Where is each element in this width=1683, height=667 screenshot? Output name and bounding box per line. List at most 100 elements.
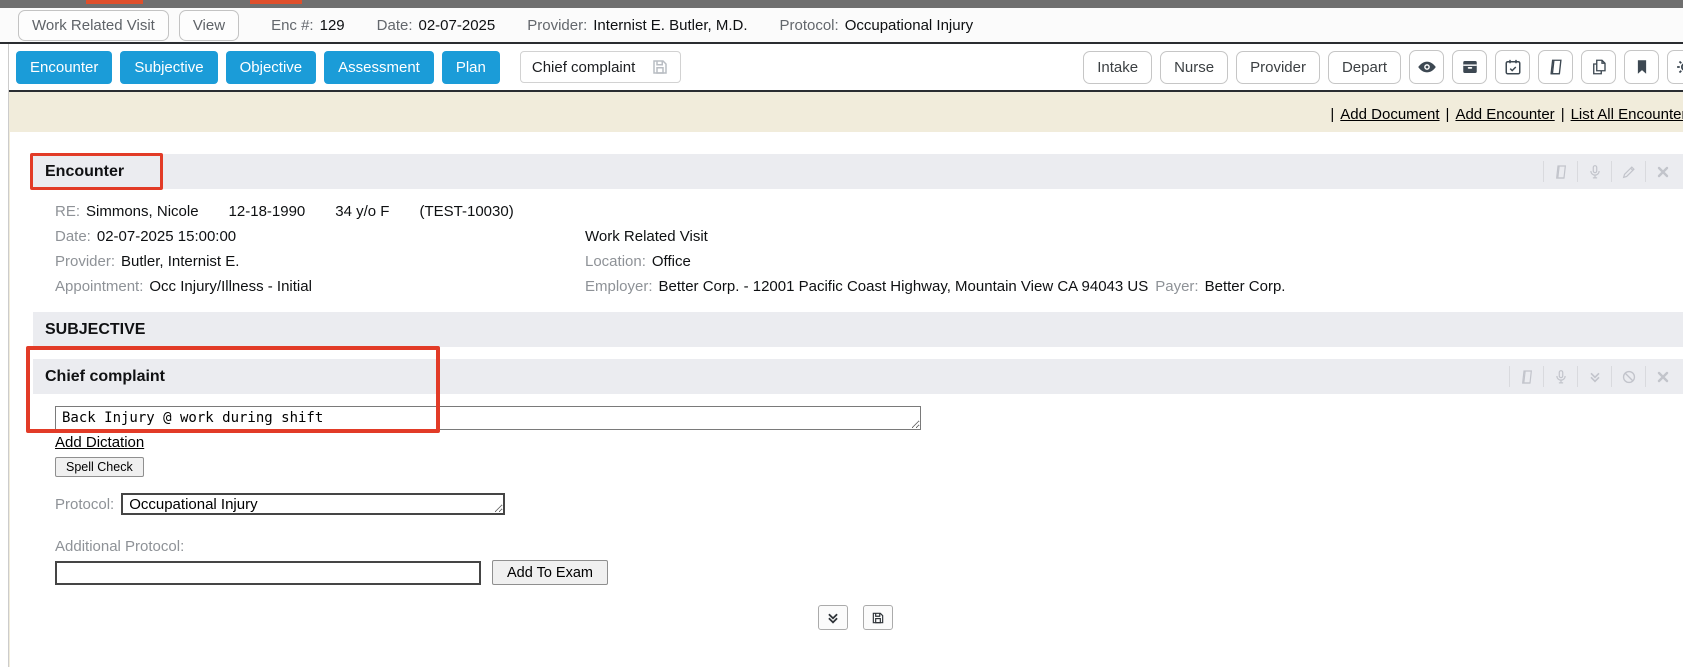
- encounter-provider-value: Butler, Internist E.: [121, 253, 239, 270]
- encounter-edit-button[interactable]: [1611, 161, 1645, 182]
- encounter-close-button[interactable]: [1645, 161, 1679, 182]
- date-label: Date:: [377, 17, 413, 34]
- form-bottom-actions: [55, 605, 1655, 630]
- gear-icon: [1676, 58, 1683, 76]
- additional-protocol-label: Additional Protocol:: [55, 538, 1683, 555]
- current-form-label: Chief complaint: [532, 59, 635, 76]
- no-entry-icon: [1621, 369, 1637, 385]
- add-dictation-link[interactable]: Add Dictation: [55, 434, 144, 451]
- encounter-payer-label: Payer:: [1155, 278, 1198, 295]
- encounter-provider-label: Provider:: [55, 253, 115, 270]
- double-chevron-down-icon: [1587, 369, 1603, 385]
- link-separator: |: [1561, 106, 1565, 123]
- link-separator: |: [1446, 106, 1450, 123]
- chief-complaint-title: Chief complaint: [45, 368, 165, 386]
- detail-row-date: Date: 02-07-2025 15:00:00 Work Related V…: [55, 224, 1683, 249]
- save-icon[interactable]: [651, 58, 669, 76]
- patient-age-sex: 34 y/o F: [335, 203, 389, 220]
- patient-info: RE: Simmons, Nicole 12-18-1990 34 y/o F …: [55, 199, 1683, 299]
- chief-close-button[interactable]: [1645, 366, 1679, 387]
- encounter-section-header: Encounter: [33, 154, 1683, 189]
- chief-dictate-button[interactable]: [1543, 366, 1577, 387]
- list-all-encounters-link[interactable]: List All Encounters: [1571, 106, 1683, 123]
- chief-complaint-header-icons: [1509, 359, 1683, 394]
- tab-highlight: [86, 0, 143, 4]
- tab-plan[interactable]: Plan: [442, 51, 500, 84]
- protocol-input[interactable]: Occupational Injury: [121, 493, 505, 515]
- encounter-journal-button[interactable]: [1543, 161, 1577, 182]
- depart-button[interactable]: Depart: [1328, 51, 1401, 84]
- browser-top-strip: [0, 0, 1683, 8]
- protocol-field: Protocol:Occupational Injury: [779, 17, 973, 34]
- encounter-employer-label: Employer:: [585, 278, 653, 295]
- spell-check-button[interactable]: Spell Check: [55, 457, 144, 477]
- encounter-payer-value: Better Corp.: [1205, 278, 1286, 295]
- archive-button[interactable]: [1452, 50, 1487, 84]
- tab-objective[interactable]: Objective: [226, 51, 317, 84]
- detail-row-provider: Provider: Butler, Internist E. Location:…: [55, 249, 1683, 274]
- add-encounter-link[interactable]: Add Encounter: [1455, 106, 1554, 123]
- work-related-visit-button[interactable]: Work Related Visit: [18, 10, 169, 41]
- chief-expand-button[interactable]: [1577, 366, 1611, 387]
- screen: Work Related Visit View Enc #:129 Date:0…: [0, 0, 1683, 667]
- encounter-provider: Provider: Butler, Internist E.: [55, 253, 585, 270]
- copy-button[interactable]: [1581, 50, 1616, 84]
- add-to-exam-button[interactable]: Add To Exam: [492, 560, 608, 585]
- encounter-appointment-value: Occ Injury/Illness - Initial: [149, 278, 312, 295]
- encounter-employer-value: Better Corp. - 12001 Pacific Coast Highw…: [659, 278, 1149, 295]
- encounter-location-value: Office: [652, 253, 691, 270]
- encounter-employer: Employer: Better Corp. - 12001 Pacific C…: [585, 278, 1683, 295]
- patient-dob: 12-18-1990: [229, 203, 306, 220]
- visit-type: Work Related Visit: [585, 228, 1683, 245]
- encounter-header-icons: [1543, 154, 1683, 189]
- close-icon: [1655, 369, 1671, 385]
- additional-protocol-row: Add To Exam: [55, 560, 1683, 585]
- pencil-icon: [1621, 164, 1637, 180]
- encounter-dictate-button[interactable]: [1577, 161, 1611, 182]
- chief-complaint-header: Chief complaint: [33, 359, 1683, 394]
- book-icon: [1519, 369, 1535, 385]
- re-label: RE:: [55, 203, 80, 220]
- archive-icon: [1461, 58, 1479, 76]
- protocol-label: Protocol:: [779, 17, 838, 34]
- nurse-button[interactable]: Nurse: [1160, 51, 1228, 84]
- tab-subjective[interactable]: Subjective: [120, 51, 217, 84]
- book-icon: [1547, 58, 1565, 76]
- close-icon: [1655, 164, 1671, 180]
- chief-complaint-textarea[interactable]: Back Injury @ work during shift: [55, 406, 921, 430]
- save-form-button[interactable]: [863, 605, 893, 630]
- settings-button[interactable]: [1667, 50, 1683, 84]
- microphone-icon: [1553, 369, 1569, 385]
- view-button[interactable]: View: [179, 10, 239, 41]
- date-field: Date:02-07-2025: [377, 17, 496, 34]
- provider-button[interactable]: Provider: [1236, 51, 1320, 84]
- tab-highlight: [250, 0, 302, 4]
- calendar-button[interactable]: [1495, 50, 1530, 84]
- tab-assessment[interactable]: Assessment: [324, 51, 434, 84]
- microphone-icon: [1587, 164, 1603, 180]
- add-document-link[interactable]: Add Document: [1340, 106, 1439, 123]
- provider-field: Provider:Internist E. Butler, M.D.: [527, 17, 747, 34]
- link-separator: |: [1330, 106, 1334, 123]
- copy-icon: [1590, 58, 1608, 76]
- protocol-row: Protocol: Occupational Injury: [55, 493, 1683, 515]
- bookmark-button[interactable]: [1624, 50, 1659, 84]
- chief-disable-button[interactable]: [1611, 366, 1645, 387]
- eye-icon: [1417, 57, 1437, 77]
- current-form-indicator: Chief complaint: [520, 51, 681, 83]
- tab-encounter[interactable]: Encounter: [16, 51, 112, 84]
- calendar-check-icon: [1504, 58, 1522, 76]
- journal-button[interactable]: [1538, 50, 1573, 84]
- subjective-section-title: SUBJECTIVE: [45, 321, 145, 339]
- intake-button[interactable]: Intake: [1083, 51, 1152, 84]
- provider-value: Internist E. Butler, M.D.: [593, 17, 747, 34]
- subjective-section-header: SUBJECTIVE: [33, 312, 1683, 347]
- collapse-form-button[interactable]: [818, 605, 848, 630]
- book-icon: [1553, 164, 1569, 180]
- section-nav-bar: Encounter Subjective Objective Assessmen…: [0, 44, 1683, 92]
- encounter-appointment: Appointment: Occ Injury/Illness - Initia…: [55, 278, 585, 295]
- additional-protocol-input[interactable]: [55, 561, 481, 585]
- encounter-section-title: Encounter: [45, 163, 124, 181]
- chief-journal-button[interactable]: [1509, 366, 1543, 387]
- visibility-button[interactable]: [1409, 50, 1444, 84]
